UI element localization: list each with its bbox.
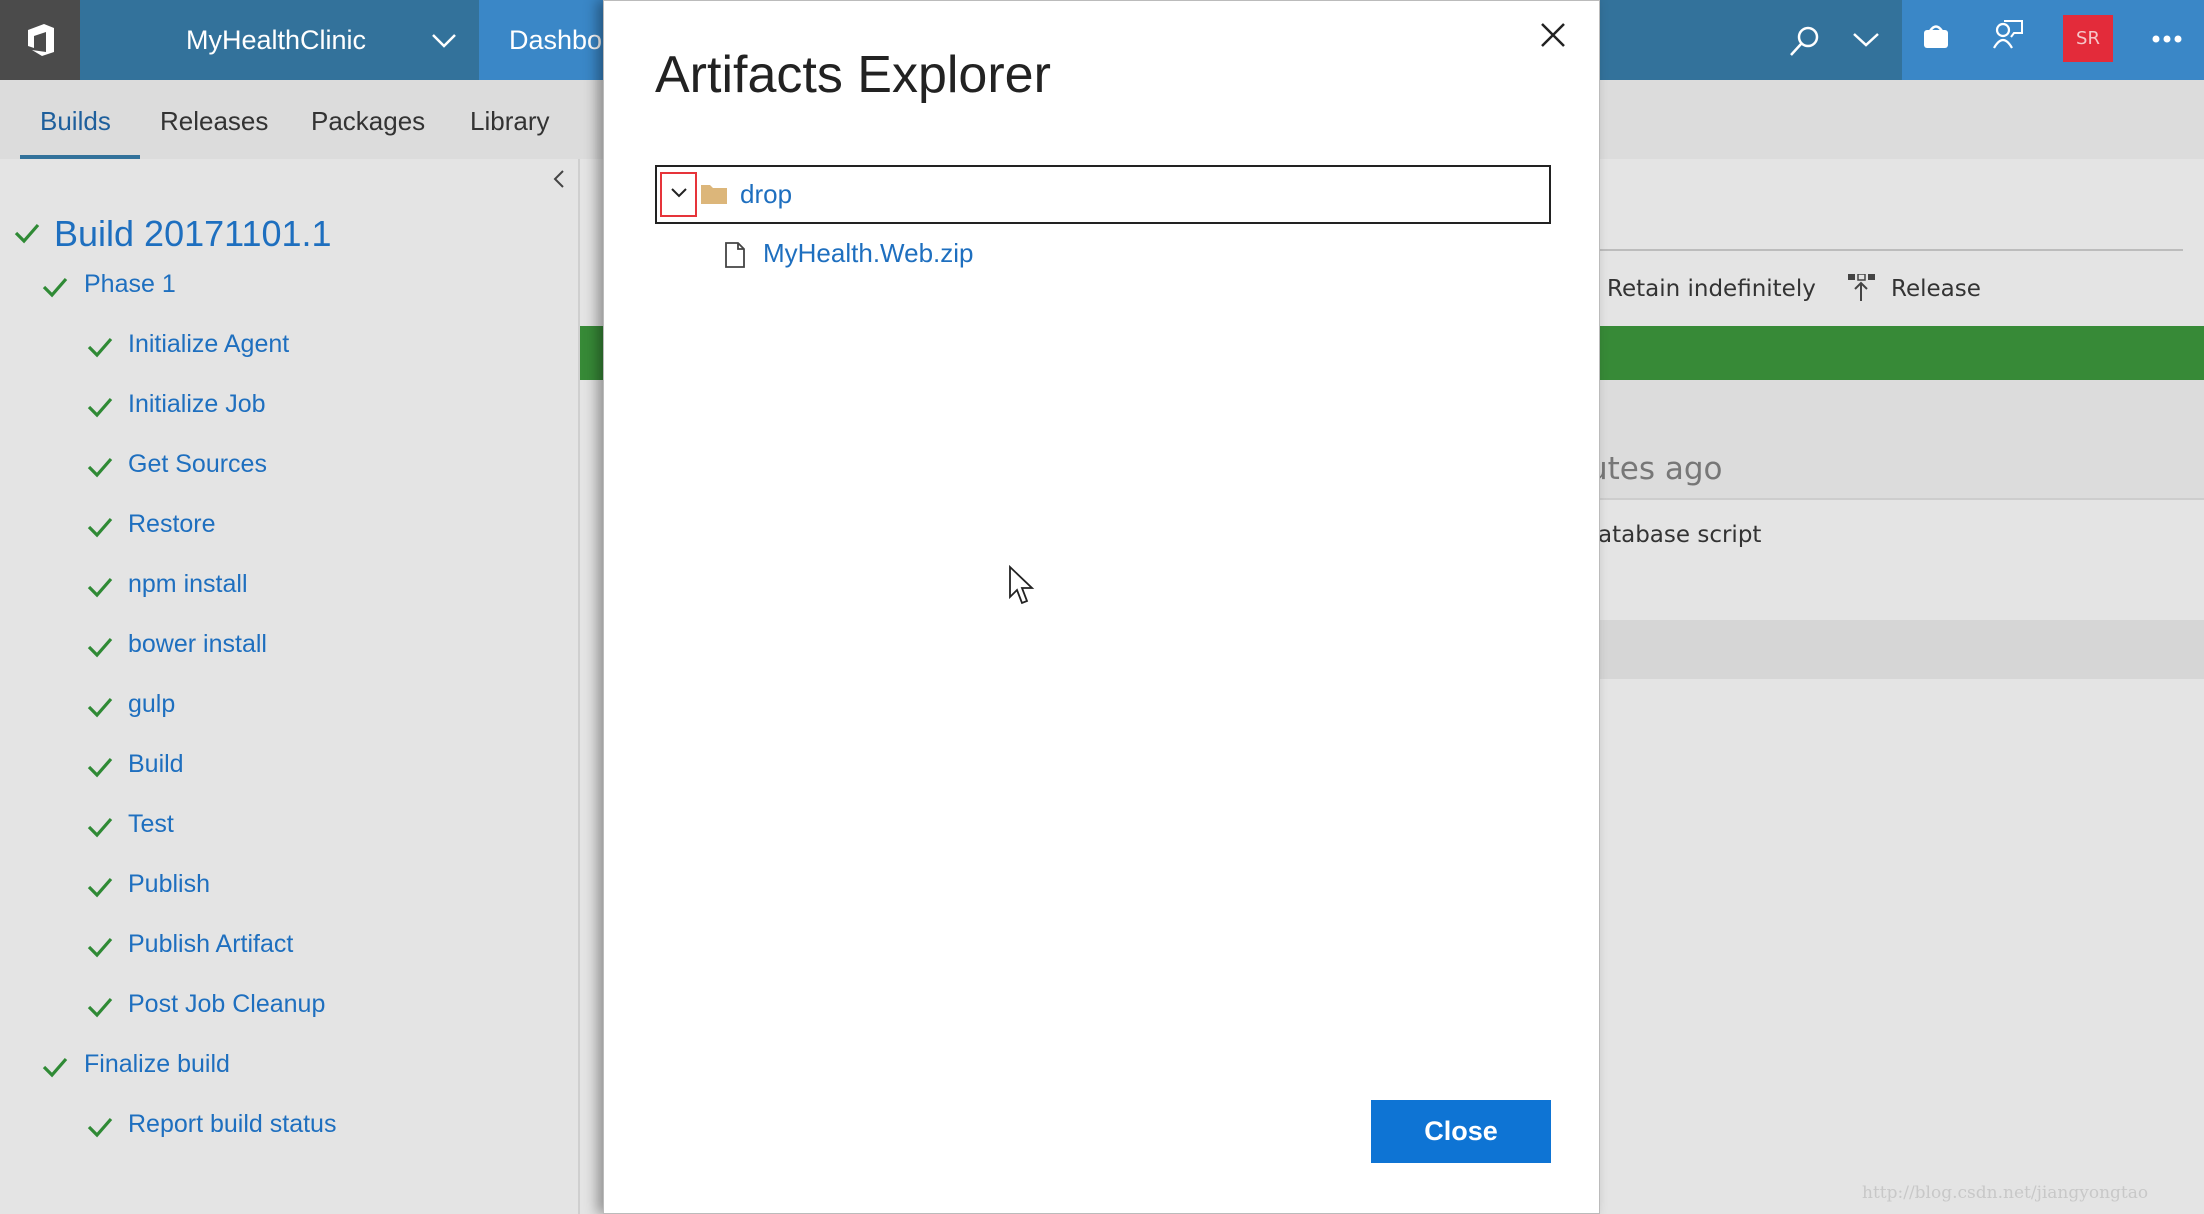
- mouse-cursor-icon: [1009, 565, 1035, 605]
- collapse-panel-chevron-icon[interactable]: [552, 169, 566, 189]
- tab-releases[interactable]: Releases: [160, 80, 268, 159]
- folder-name[interactable]: drop: [740, 179, 792, 210]
- step-item[interactable]: Initialize Agent: [128, 330, 289, 359]
- marketplace-bag-icon[interactable]: [1922, 22, 1952, 52]
- watermark: http://blog.csdn.net/jiangyongtao: [1862, 1183, 2149, 1203]
- search-icon[interactable]: [1788, 24, 1822, 58]
- build-title[interactable]: Build 20171101.1: [54, 213, 332, 255]
- check-icon: [87, 576, 113, 598]
- vsts-logo-icon[interactable]: [0, 0, 80, 80]
- step-item[interactable]: Initialize Job: [128, 390, 266, 419]
- release-icon[interactable]: [1848, 274, 1876, 302]
- phase-item[interactable]: Phase 1: [84, 270, 176, 299]
- step-item[interactable]: Report build status: [128, 1110, 336, 1139]
- retain-indefinitely-button[interactable]: Retain indefinitely: [1607, 276, 1816, 302]
- folder-icon: [701, 185, 727, 204]
- check-icon: [87, 936, 113, 958]
- build-time: utes ago: [1588, 451, 1723, 487]
- feedback-icon[interactable]: [1992, 18, 2024, 52]
- release-button[interactable]: Release: [1891, 276, 1981, 302]
- step-item[interactable]: Restore: [128, 510, 216, 539]
- check-icon: [87, 1116, 113, 1138]
- check-icon: [87, 696, 113, 718]
- step-item[interactable]: Publish Artifact: [128, 930, 293, 959]
- more-icon[interactable]: [2152, 33, 2182, 45]
- tab-packages[interactable]: Packages: [311, 80, 425, 159]
- check-icon: [87, 636, 113, 658]
- divider: [1600, 498, 2204, 500]
- step-item[interactable]: Publish: [128, 870, 210, 899]
- divider: [1600, 249, 2183, 251]
- step-item[interactable]: Get Sources: [128, 450, 267, 479]
- chevron-down-icon[interactable]: [1852, 30, 1880, 50]
- check-icon: [87, 396, 113, 418]
- project-name[interactable]: MyHealthClinic: [186, 0, 366, 80]
- commit-message[interactable]: atabase script: [1598, 522, 1761, 548]
- check-icon: [87, 336, 113, 358]
- check-icon: [14, 222, 40, 244]
- check-icon: [87, 996, 113, 1018]
- step-item[interactable]: bower install: [128, 630, 267, 659]
- artifacts-explorer-dialog: Artifacts Explorer drop MyHealth.Web.zip…: [603, 0, 1600, 1214]
- user-avatar[interactable]: SR: [2063, 15, 2113, 62]
- step-item[interactable]: npm install: [128, 570, 248, 599]
- check-icon: [87, 456, 113, 478]
- step-item[interactable]: gulp: [128, 690, 175, 719]
- check-icon: [87, 816, 113, 838]
- step-item[interactable]: Build: [128, 750, 184, 779]
- expand-toggle[interactable]: [660, 172, 697, 217]
- tab-library[interactable]: Library: [470, 80, 549, 159]
- phase-item[interactable]: Finalize build: [84, 1050, 230, 1079]
- artifact-file-link[interactable]: MyHealth.Web.zip: [763, 238, 974, 269]
- chevron-down-icon: [671, 188, 687, 198]
- close-button[interactable]: Close: [1371, 1100, 1551, 1163]
- check-icon: [42, 1056, 68, 1078]
- dialog-title: Artifacts Explorer: [655, 46, 1051, 104]
- step-item[interactable]: Test: [128, 810, 174, 839]
- chevron-down-icon[interactable]: [430, 26, 458, 54]
- step-item[interactable]: Post Job Cleanup: [128, 990, 325, 1019]
- check-icon: [87, 876, 113, 898]
- check-icon: [87, 756, 113, 778]
- artifact-folder-row[interactable]: drop: [655, 165, 1551, 224]
- close-icon[interactable]: [1539, 21, 1567, 49]
- check-icon: [87, 516, 113, 538]
- check-icon: [42, 276, 68, 298]
- tab-builds[interactable]: Builds: [40, 80, 111, 159]
- build-steps-panel: Build 20171101.1 Phase 1 Initialize Agent I…: [0, 159, 580, 1214]
- file-icon: [725, 242, 745, 268]
